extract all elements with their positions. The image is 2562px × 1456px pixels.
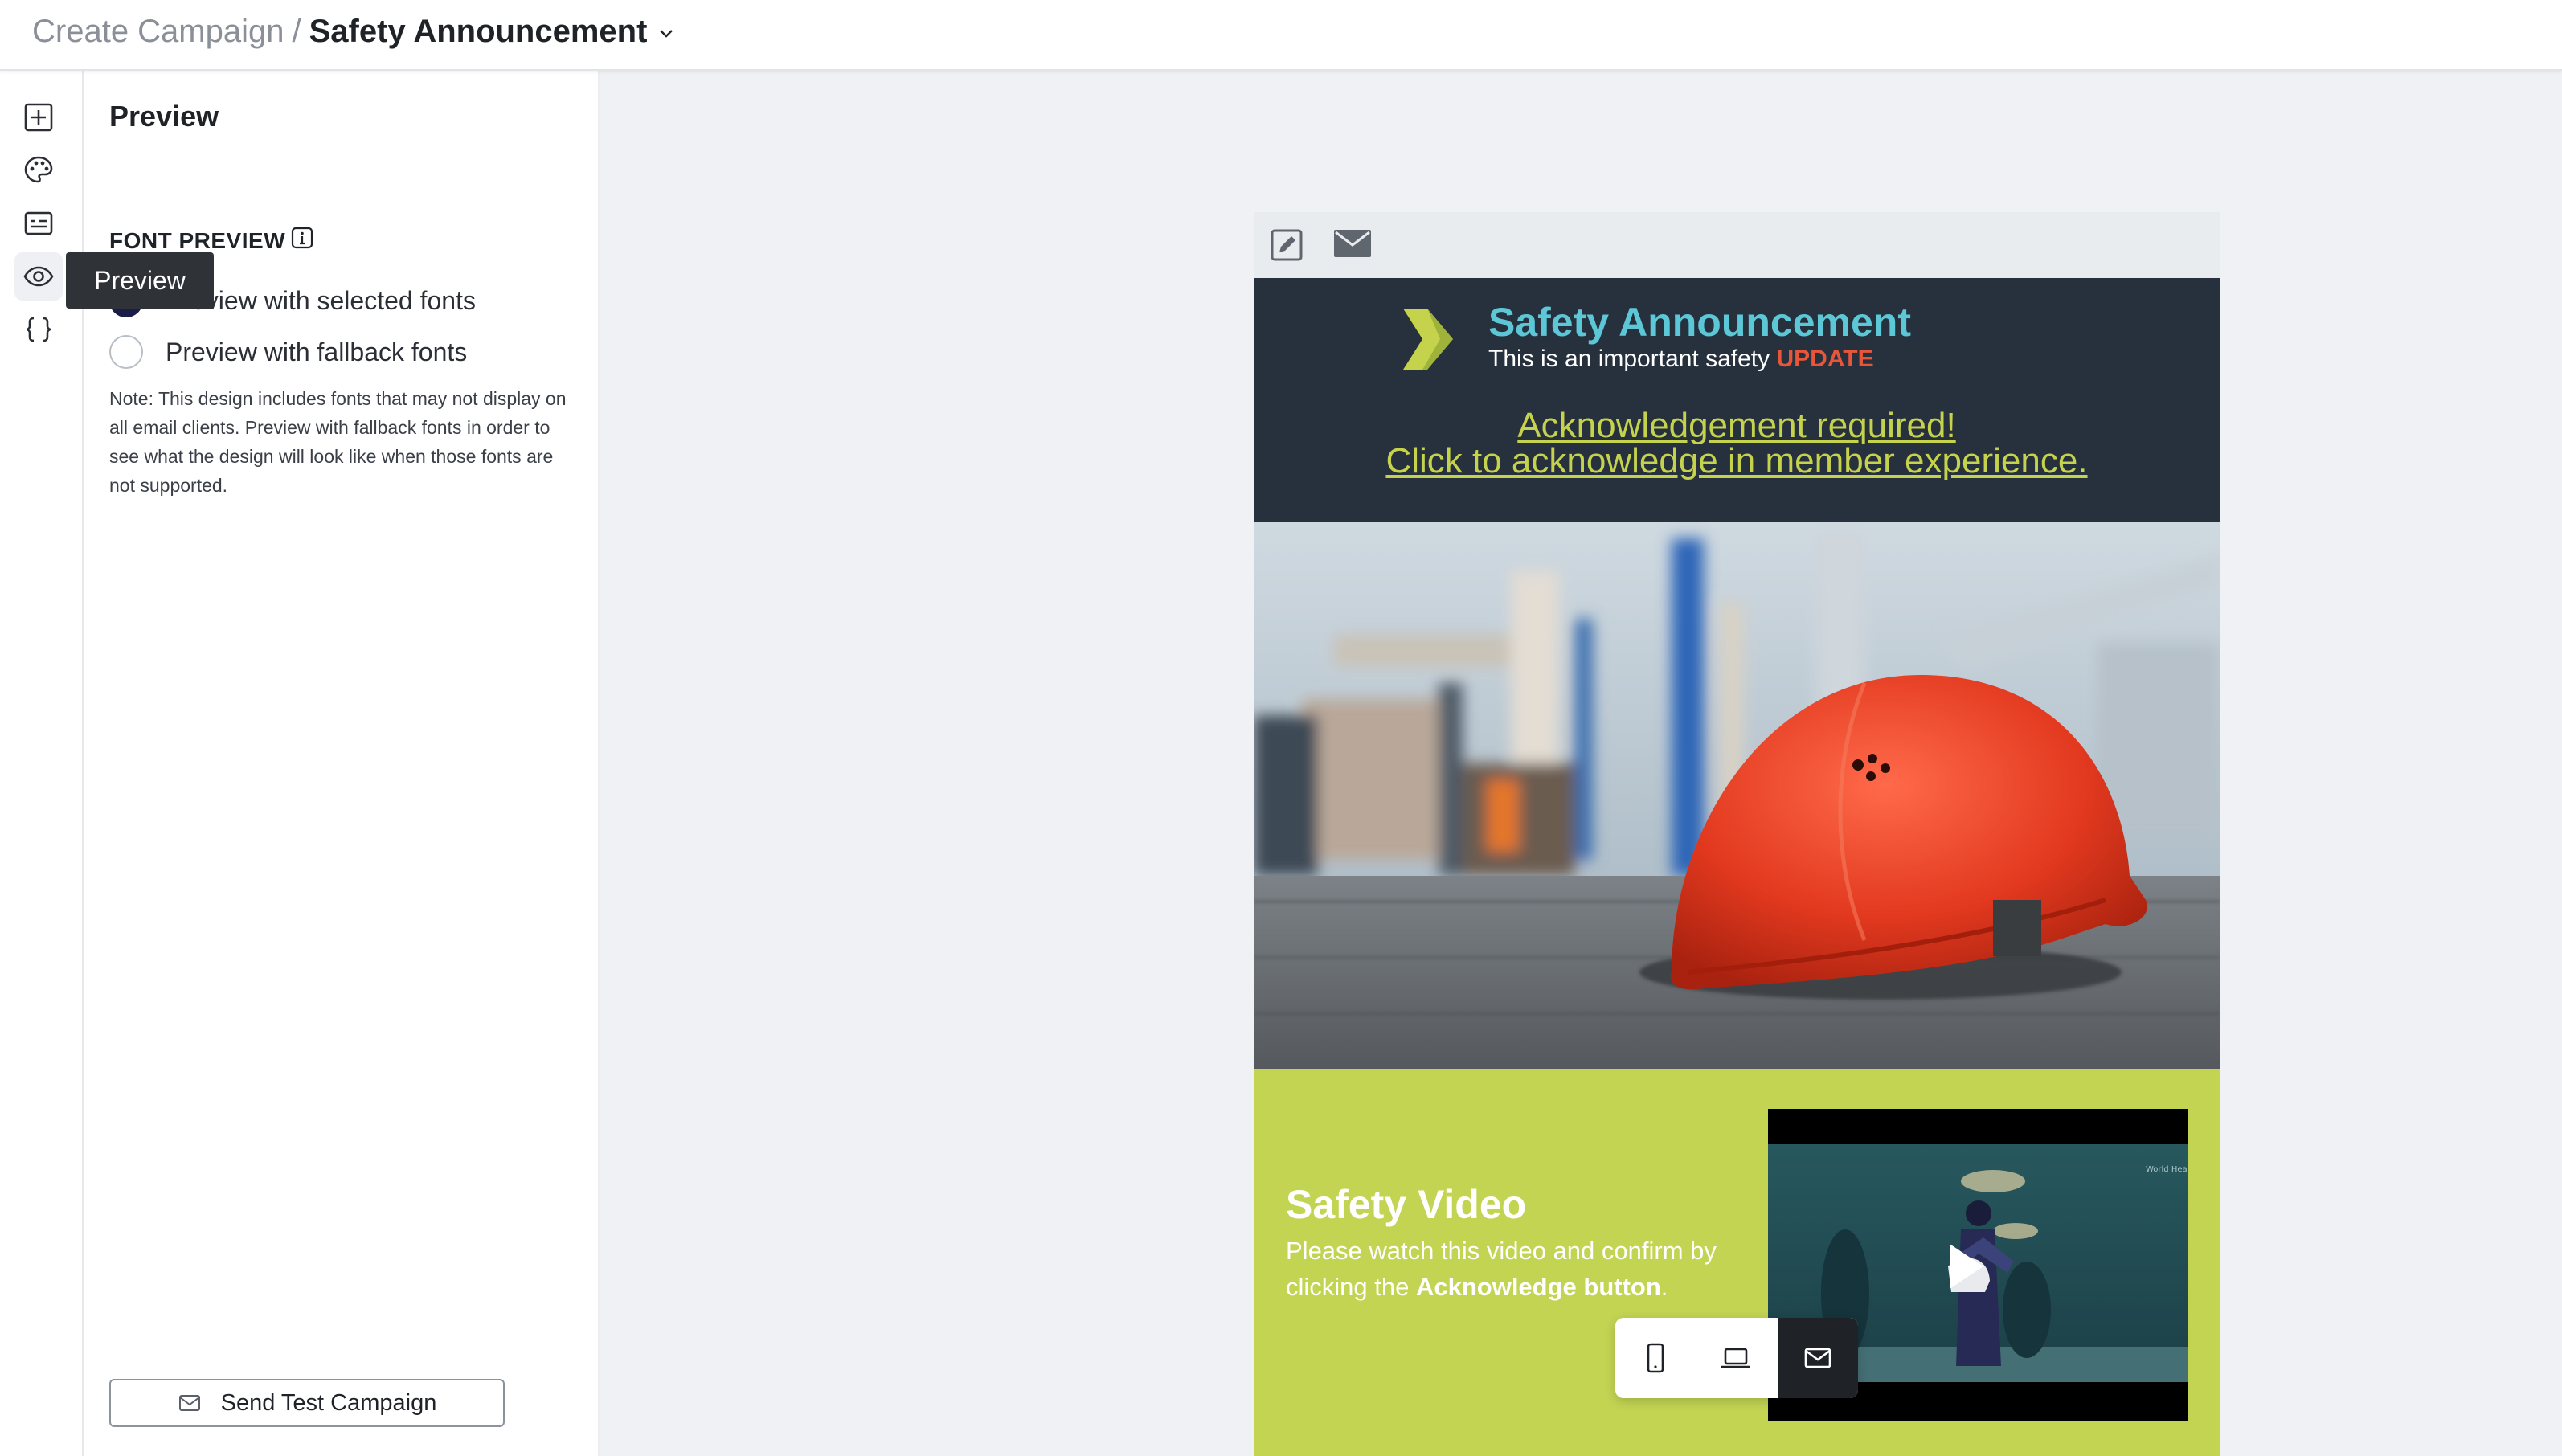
subtitle-text: This is an important safety <box>1488 346 1777 372</box>
chevron-down-icon[interactable] <box>657 23 676 43</box>
email-title: Safety Announcement <box>1488 300 1912 345</box>
hard-hat-photo <box>1254 522 2220 1069</box>
ack-line-2[interactable]: Click to acknowledge in member experienc… <box>1254 444 2220 479</box>
video-body-suffix: . <box>1660 1273 1668 1301</box>
hard-hat-illustration <box>1254 522 2220 1069</box>
email-subtitle: This is an important safety UPDATE <box>1488 346 1874 373</box>
email-view-button[interactable] <box>1778 1318 1858 1398</box>
breadcrumb-separator: / <box>292 14 301 49</box>
video-description: Please watch this video and confirm by c… <box>1286 1233 1736 1305</box>
acknowledge-link[interactable]: Acknowledgement required! Click to ackno… <box>1254 408 2220 479</box>
video-body-bold: Acknowledge button <box>1415 1273 1661 1301</box>
desktop-icon <box>1721 1348 1750 1368</box>
radio-label: Preview with fallback fonts <box>166 337 468 366</box>
email-preview: Safety Announcement This is an important… <box>1254 212 2220 1456</box>
device-toggle <box>1615 1318 1858 1398</box>
send-button-label: Send Test Campaign <box>220 1389 437 1416</box>
layout-button[interactable] <box>14 199 63 247</box>
merge-tags-button[interactable] <box>14 305 63 354</box>
video-title: Safety Video <box>1286 1182 1527 1227</box>
email-header: Safety Announcement This is an important… <box>1254 278 2220 522</box>
preview-tooltip: Preview <box>66 252 214 309</box>
breadcrumb: Create Campaign / Safety Announcement <box>32 11 676 51</box>
code-braces-icon <box>26 317 51 342</box>
add-block-icon <box>24 103 53 132</box>
panel-title: Preview <box>109 100 219 133</box>
radio-button-unchecked[interactable] <box>109 335 143 369</box>
logo-chevron-icon <box>1403 309 1453 370</box>
styles-button[interactable] <box>14 146 63 194</box>
send-test-campaign-button[interactable]: Send Test Campaign <box>109 1379 505 1427</box>
envelope-icon[interactable] <box>1332 227 1373 260</box>
edit-icon[interactable] <box>1270 228 1304 262</box>
info-icon[interactable] <box>291 227 313 249</box>
mail-icon <box>178 1395 200 1411</box>
breadcrumb-root[interactable]: Create Campaign <box>32 14 284 49</box>
palette-icon <box>24 156 53 183</box>
breadcrumb-current[interactable]: Safety Announcement <box>309 14 648 49</box>
eye-icon <box>23 266 54 287</box>
radio-fallback-fonts[interactable]: Preview with fallback fonts <box>109 333 467 371</box>
add-block-button[interactable] <box>14 93 63 141</box>
layout-icon <box>24 211 53 235</box>
font-preview-label: FONT PREVIEW <box>109 228 286 253</box>
ack-line-1[interactable]: Acknowledgement required! <box>1254 408 2220 444</box>
desktop-view-button[interactable] <box>1696 1318 1776 1398</box>
mobile-view-button[interactable] <box>1615 1318 1696 1398</box>
mobile-icon <box>1647 1343 1664 1373</box>
svg-text:World Health: World Health <box>2146 1165 2188 1174</box>
preview-button[interactable] <box>14 252 63 301</box>
update-highlight: UPDATE <box>1776 346 1874 372</box>
email-icon <box>1804 1348 1831 1368</box>
font-note: Note: This design includes fonts that ma… <box>109 388 567 496</box>
top-bar: Create Campaign / Safety Announcement <box>0 0 2562 71</box>
email-toolbar <box>1254 212 2220 278</box>
